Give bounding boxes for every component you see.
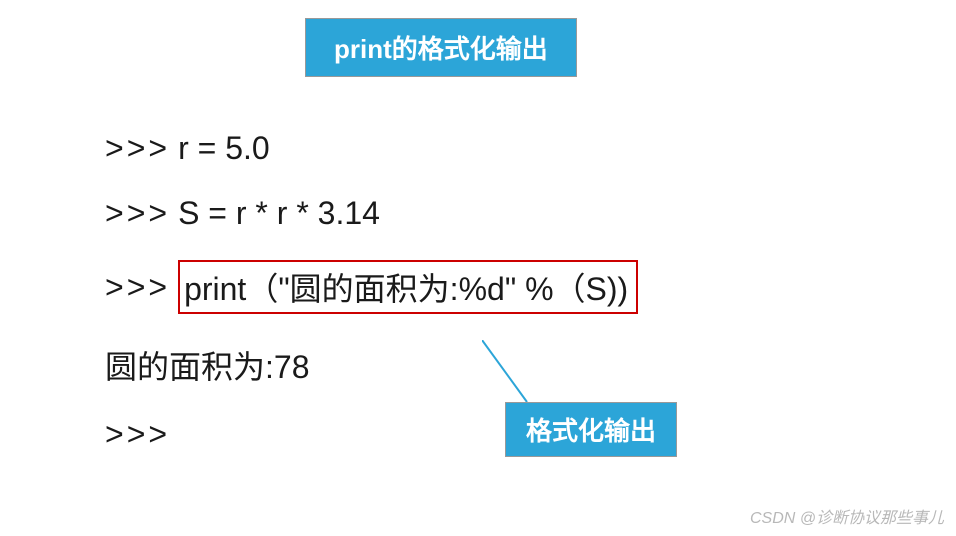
prompt-3: >>> (105, 269, 170, 306)
watermark-text: CSDN @诊断协议那些事儿 (750, 510, 944, 527)
code-line-4: 圆的面积为:78 (105, 342, 638, 388)
prompt-5: >>> (105, 416, 170, 453)
prompt-2: >>> (105, 195, 170, 232)
watermark: CSDN @诊断协议那些事儿 (750, 504, 944, 528)
highlighted-code: print（"圆的面积为:%d" %（S)) (178, 260, 638, 314)
title-text: print的格式化输出 (334, 34, 548, 64)
output-text: 圆的面积为:78 (105, 342, 310, 388)
callout-text: 格式化输出 (526, 416, 656, 446)
callout-label: 格式化输出 (505, 402, 677, 457)
prompt-1: >>> (105, 130, 170, 167)
code-text-2: S = r * r * 3.14 (178, 195, 380, 232)
code-line-2: >>> S = r * r * 3.14 (105, 195, 638, 232)
code-text-3: print（"圆的面积为:%d" %（S)) (184, 271, 628, 307)
code-line-1: >>> r = 5.0 (105, 130, 638, 167)
code-text-1: r = 5.0 (178, 130, 270, 167)
title-box: print的格式化输出 (305, 18, 577, 77)
code-line-3: >>> print（"圆的面积为:%d" %（S)) (105, 260, 638, 314)
